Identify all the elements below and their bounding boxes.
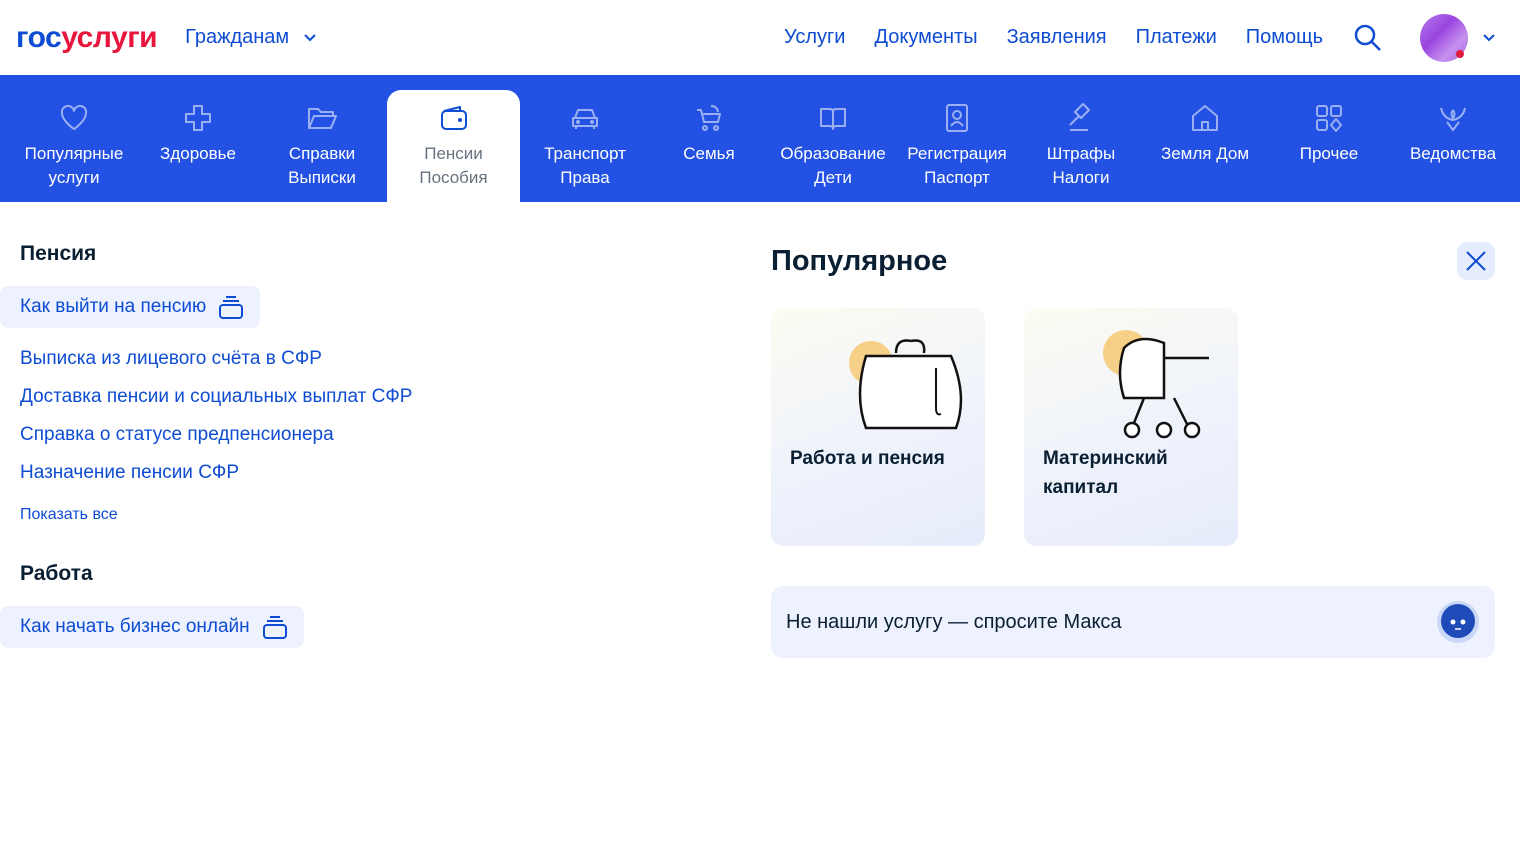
stroller-illustration [1103,330,1209,439]
wallet-icon [440,106,467,130]
nav-services[interactable]: Услуги [784,26,846,49]
pension-section: Пенсия Как выйти на пенсию Выписка из ли… [0,242,620,648]
audience-label: Гражданам [185,26,290,48]
show-all-link[interactable]: Показать все [20,506,620,524]
folder-icon [308,108,337,129]
category-label: Выписки [288,168,356,187]
category-label: Пенсии [424,144,483,163]
category-tab-5[interactable]: Семья [647,90,771,202]
category-label: Дети [814,168,852,187]
section-title: Работа [20,562,93,585]
category-label: Регистрация [907,144,1007,163]
category-label: Земля Дом [1160,144,1250,163]
category-label: услуги [48,168,100,187]
section-title: Пенсия [20,242,97,265]
gavel-icon [1069,103,1090,131]
ask-max-bar[interactable]: Не нашли услугу — спросите Макса [771,586,1495,658]
service-link[interactable]: Справка о статусе предпенсионера [20,424,620,446]
ask-max-label: Не нашли услугу — спросите Макса [786,610,1122,633]
category-label: Транспорт [544,144,626,163]
category-tab-7[interactable]: Регистрация Паспорт [895,90,1019,202]
nav-payments[interactable]: Платежи [1136,26,1217,49]
card-label: капитал [1043,477,1119,498]
logo-part2: услуги [61,20,158,54]
avatar[interactable] [1420,13,1468,62]
stack-icon [219,296,244,319]
book-icon [820,108,846,130]
nav-help[interactable]: Помощь [1246,26,1323,49]
stack-icon [262,616,287,639]
category-label: Популярные [24,144,124,163]
heart-icon [60,104,88,130]
category-tab-2[interactable]: Справки Выписки [260,90,384,202]
id-card-icon [946,104,968,132]
logo-part1: гос [16,20,62,54]
featured-link[interactable]: Как выйти на пенсию [0,286,261,328]
category-label: Здоровье [160,144,236,163]
emblem-icon [1440,107,1466,131]
category-label: Ведомства [1409,144,1497,163]
category-bar: Популярные услуги Здоровье Справки Выписки Пе… [0,75,1520,202]
popular-card-maternity-capital[interactable]: Материнский капитал [1024,308,1238,546]
category-label: Штрафы [1046,144,1116,163]
card-label: Материнский [1043,448,1168,469]
category-label: Паспорт [924,168,990,187]
category-tab-10[interactable]: Прочее [1267,90,1391,202]
house-icon [1192,105,1218,131]
close-icon [1466,251,1486,271]
car-icon [572,109,598,129]
category-label: Налоги [1052,168,1110,187]
popular-section: Популярное Работа и пенсия Материнский ка… [771,242,1495,658]
audience-dropdown[interactable]: Гражданам [185,26,317,49]
popular-card-work-pension[interactable]: Работа и пенсия [771,308,985,546]
category-tab-11[interactable]: Ведомства [1391,90,1515,202]
service-link[interactable]: Доставка пенсии и социальных выплат СФР [20,386,620,408]
service-link[interactable]: Назначение пенсии СФР [20,462,620,484]
popular-title: Популярное [771,245,948,277]
service-link[interactable]: Выписка из лицевого счёта в СФР [20,348,620,370]
grid-icon [1316,105,1342,132]
category-label: Справки [288,144,356,163]
max-assistant-icon [1437,601,1479,643]
category-tab-1[interactable]: Здоровье [136,90,260,202]
featured-link[interactable]: Как начать бизнес онлайн [0,606,304,648]
nav-documents[interactable]: Документы [874,26,977,49]
chevron-down-icon [304,34,316,42]
category-label: Права [560,168,610,187]
category-tab-0[interactable]: Популярные услуги [12,90,136,202]
featured-link-label: Как начать бизнес онлайн [20,616,250,637]
category-tab-8[interactable]: Штрафы Налоги [1019,90,1143,202]
gosuslugi-logo[interactable]: госуслуги [16,20,158,54]
category-label: Прочее [1299,144,1359,163]
category-tab-4[interactable]: Транспорт Права [523,90,647,202]
category-tab-9[interactable]: Земля Дом [1143,90,1267,202]
category-label: Образование [780,144,886,163]
featured-link-label: Как выйти на пенсию [20,296,207,317]
purse-illustration [849,339,963,430]
chevron-down-icon[interactable] [1482,33,1496,42]
category-tab-3[interactable]: Пенсии Пособия [387,90,520,202]
close-button[interactable] [1457,242,1495,280]
nav-applications[interactable]: Заявления [1007,26,1107,49]
search-icon[interactable] [1354,24,1382,52]
category-label: Пособия [419,168,488,187]
category-tab-6[interactable]: Образование Дети [771,90,895,202]
stroller-icon [697,105,721,131]
plus-icon [185,105,211,131]
card-label: Работа и пенсия [790,448,945,469]
header: госуслуги Гражданам Услуги Документы Зая… [0,0,1520,75]
category-label: Семья [683,144,735,163]
